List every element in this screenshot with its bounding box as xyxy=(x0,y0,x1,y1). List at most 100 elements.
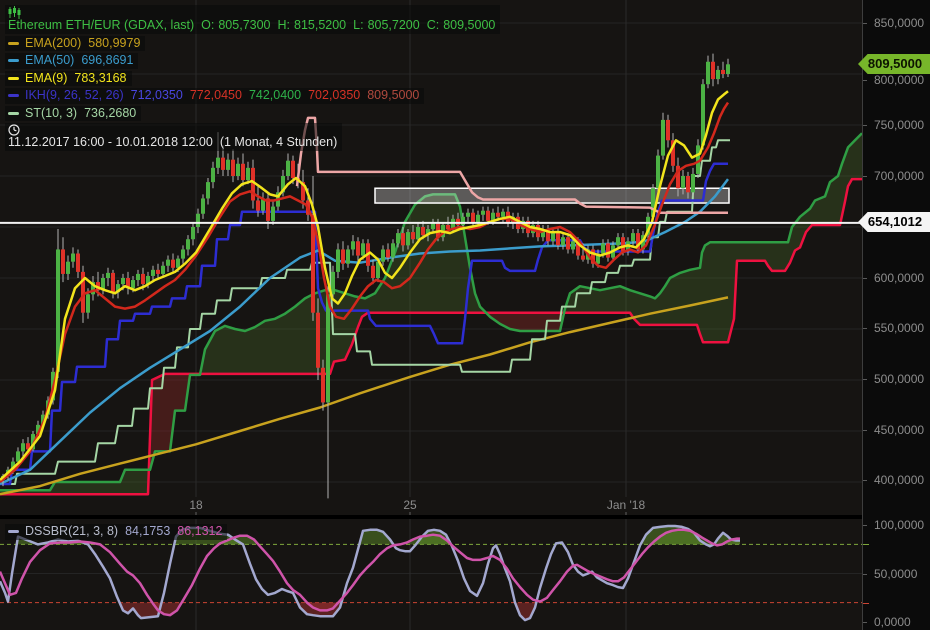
oscillator-legend: DSSBR(21, 3, 8)84,175386,1312 xyxy=(5,524,227,542)
legend-dssbr-row[interactable]: DSSBR(21, 3, 8)84,175386,1312 xyxy=(5,524,227,540)
ema9-label: EMA(9) xyxy=(25,71,67,85)
legend-ema9-row[interactable]: EMA(9) 783,3168 xyxy=(5,71,132,87)
st-label: ST(10, 3) xyxy=(25,106,77,120)
candle-up xyxy=(476,215,480,223)
candle-up xyxy=(346,249,350,263)
candle-down xyxy=(581,256,585,260)
legend-ema50-row[interactable]: EMA(50)696,8691 xyxy=(5,53,138,69)
quote-open-label: O: xyxy=(201,18,214,32)
price-axis-label: 500,0000 xyxy=(874,372,924,386)
candle-down xyxy=(371,266,375,278)
chart-legend: Ethereum ETH/EUR (GDAX, last) O: 805,7300 H… xyxy=(5,5,500,153)
legend-symbol-row[interactable]: Ethereum ETH/EUR (GDAX, last) O: 805,7300 H… xyxy=(5,5,500,34)
axis-tick xyxy=(863,328,867,329)
candle-up xyxy=(391,243,395,257)
axis-tick xyxy=(863,480,867,481)
candle-up xyxy=(331,272,335,294)
candle-up xyxy=(121,278,125,284)
candle-up xyxy=(216,158,220,168)
candle-down xyxy=(471,213,475,223)
price-axis-label: 850,0000 xyxy=(874,16,924,30)
candle-up xyxy=(571,241,575,249)
candle-down xyxy=(316,313,320,368)
axis-tick xyxy=(863,525,867,526)
axis-tick xyxy=(863,125,867,126)
oscillator-axis-label: 50,0000 xyxy=(874,567,917,581)
candle-down xyxy=(171,260,175,268)
ema50-label: EMA(50) xyxy=(25,53,74,67)
candle-up xyxy=(406,232,410,245)
candle-up xyxy=(206,182,210,198)
ema200-swatch-icon xyxy=(8,42,19,45)
candle-down xyxy=(556,233,560,245)
candle-down xyxy=(141,274,145,284)
ikh-senkou-a-value: 742,0400 xyxy=(249,88,301,102)
candle-up xyxy=(481,211,485,215)
ikh-label: IKH(9, 26, 52, 26) xyxy=(25,88,124,102)
quote-high-label: H: xyxy=(278,18,291,32)
dssbr-slow-value: 86,1312 xyxy=(177,524,222,538)
candle-up xyxy=(396,233,400,243)
candle-up xyxy=(286,161,290,176)
candle-down xyxy=(76,254,80,272)
candle-down xyxy=(111,273,115,292)
price-axis[interactable]: 850,0000800,0000750,0000700,0000600,0000… xyxy=(862,0,930,630)
candle-down xyxy=(321,368,325,403)
ema200-value: 580,9979 xyxy=(88,36,140,50)
quote-high-value: 815,5200 xyxy=(294,18,346,32)
candle-up xyxy=(551,233,555,241)
candle-down xyxy=(566,237,570,249)
symbol-title: Ethereum ETH/EUR (GDAX, last) xyxy=(8,18,194,32)
axis-tick xyxy=(863,379,867,380)
candle-up xyxy=(416,227,420,239)
candle-up xyxy=(656,156,660,189)
quote-low-label: L: xyxy=(353,18,363,32)
candle-down xyxy=(156,270,160,274)
candle-up xyxy=(681,176,685,188)
candle-up xyxy=(631,233,635,241)
candle-up xyxy=(336,249,340,271)
ikh-senkou-b-value: 702,0350 xyxy=(308,88,360,102)
timeline-period: (1 Monat, 4 Stunden) xyxy=(220,135,337,149)
candle-up xyxy=(151,270,155,276)
quote-close-value: 809,5000 xyxy=(443,18,495,32)
candle-down xyxy=(61,249,65,273)
candle-down xyxy=(356,241,360,255)
ikh-kijun-value: 712,0350 xyxy=(131,88,183,102)
price-axis-label: 700,0000 xyxy=(874,169,924,183)
last-price-badge: 809,5000 xyxy=(858,54,930,74)
candle-up xyxy=(326,294,330,402)
legend-st-row[interactable]: ST(10, 3)736,2680 xyxy=(5,106,141,122)
candle-up xyxy=(601,243,605,253)
candle-up xyxy=(351,241,355,249)
candle-down xyxy=(686,176,690,192)
ema9-value: 783,3168 xyxy=(74,71,126,85)
price-axis-label: 600,0000 xyxy=(874,271,924,285)
candle-down xyxy=(721,70,725,74)
candle-down xyxy=(496,213,500,217)
price-axis-label: 550,0000 xyxy=(874,321,924,335)
candle-up xyxy=(66,262,70,274)
timeline-range: 11.12.2017 16:00 - 10.01.2018 12:00 xyxy=(8,135,213,149)
legend-timeline-row[interactable]: 11.12.2017 16:00 - 10.01.2018 12:00 (1 Mo… xyxy=(5,123,342,151)
axis-tick xyxy=(863,278,867,279)
candle-up xyxy=(236,164,240,176)
x-axis-label: Jan '18 xyxy=(607,498,646,512)
legend-ema200-row[interactable]: EMA(200)580,9979 xyxy=(5,36,145,52)
candle-down xyxy=(486,211,490,221)
quote-open-value: 805,7300 xyxy=(218,18,270,32)
candle-up xyxy=(191,227,195,239)
candle-up xyxy=(661,120,665,156)
candle-up xyxy=(211,168,215,182)
candle-up xyxy=(181,249,185,258)
candle-up xyxy=(716,70,720,79)
candle-up xyxy=(86,294,90,312)
x-axis-label: 18 xyxy=(189,498,203,512)
candle-up xyxy=(561,237,565,245)
candle-up xyxy=(381,249,385,261)
price-axis-label: 450,0000 xyxy=(874,423,924,437)
candle-up xyxy=(16,451,20,461)
price-axis-label: 800,0000 xyxy=(874,73,924,87)
legend-ikh-row[interactable]: IKH(9, 26, 52, 26)712,0350772,0450742,04… xyxy=(5,88,424,104)
candle-down xyxy=(411,232,415,239)
